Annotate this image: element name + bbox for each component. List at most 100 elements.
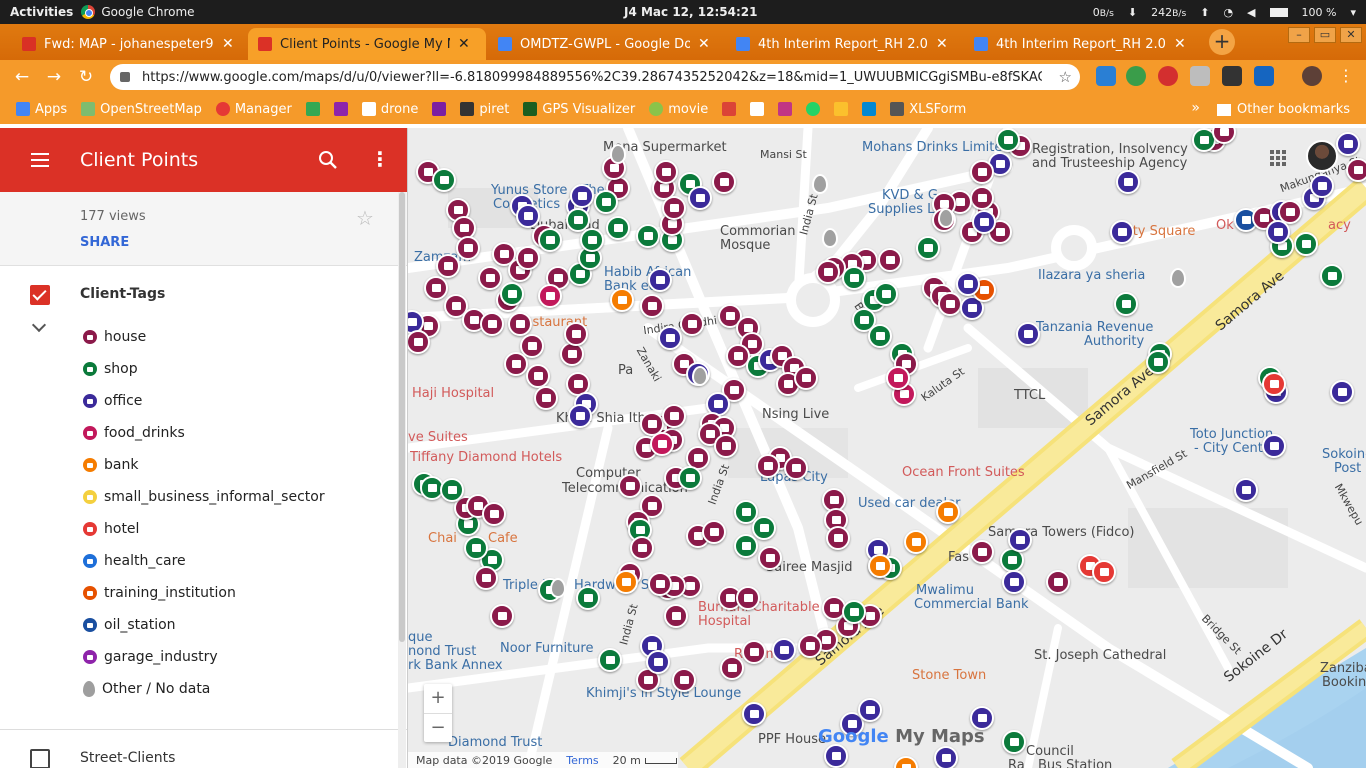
legend-garage-industry[interactable]: garage_industry <box>83 647 218 667</box>
shop-marker[interactable] <box>1114 292 1138 316</box>
house-marker[interactable] <box>504 352 528 376</box>
office-marker[interactable] <box>1262 434 1286 458</box>
house-marker[interactable] <box>1346 158 1366 182</box>
house-marker[interactable] <box>508 312 532 336</box>
house-marker[interactable] <box>482 502 506 526</box>
other-pin-marker[interactable] <box>938 208 954 228</box>
tab-report-1[interactable]: 4th Interim Report_RH 2.0 ✕ <box>726 28 958 60</box>
office-marker[interactable] <box>1330 380 1354 404</box>
extension-icon[interactable] <box>1096 66 1116 86</box>
bookmark-flag[interactable] <box>862 102 877 116</box>
office-marker[interactable] <box>934 746 958 768</box>
office-marker[interactable] <box>1116 170 1140 194</box>
office-marker[interactable] <box>858 698 882 722</box>
house-marker[interactable] <box>756 454 780 478</box>
house-marker[interactable] <box>798 634 822 658</box>
shop-marker[interactable] <box>440 478 464 502</box>
food-marker[interactable] <box>650 432 674 456</box>
shop-marker[interactable] <box>576 586 600 610</box>
hotel-marker[interactable] <box>1262 372 1286 396</box>
bank-marker[interactable] <box>936 500 960 524</box>
close-icon[interactable]: ✕ <box>458 36 470 52</box>
system-tray[interactable]: 0B/s ⬇ 242B/s ⬆ ◔ ◀ 100 % ▾ <box>1093 6 1356 19</box>
house-marker[interactable] <box>618 474 642 498</box>
office-marker[interactable] <box>568 404 592 428</box>
shop-marker[interactable] <box>538 228 562 252</box>
user-avatar[interactable] <box>1306 140 1338 172</box>
other-pin-marker[interactable] <box>610 144 626 164</box>
apps-grid-icon[interactable] <box>1270 150 1286 166</box>
office-marker[interactable] <box>1266 220 1290 244</box>
house-marker[interactable] <box>490 604 514 628</box>
shop-marker[interactable] <box>636 224 660 248</box>
house-marker[interactable] <box>714 434 738 458</box>
bookmarks-overflow[interactable]: » <box>1191 100 1200 116</box>
shop-marker[interactable] <box>678 466 702 490</box>
menu-icon[interactable] <box>31 153 49 171</box>
other-bookmarks[interactable]: Other bookmarks <box>1216 102 1350 117</box>
bookmark-xlsform[interactable]: XLSForm <box>890 102 966 117</box>
house-marker[interactable] <box>424 276 448 300</box>
shop-marker[interactable] <box>432 168 456 192</box>
house-marker[interactable] <box>742 640 766 664</box>
bookmark-drone[interactable]: drone <box>361 102 418 117</box>
tab-report-2[interactable]: 4th Interim Report_RH 2.0 ✕ <box>964 28 1196 60</box>
new-tab-button[interactable]: + <box>1209 29 1235 55</box>
shop-marker[interactable] <box>868 324 892 348</box>
download-icon[interactable] <box>1190 66 1210 86</box>
house-marker[interactable] <box>938 292 962 316</box>
house-marker[interactable] <box>534 386 558 410</box>
office-marker[interactable] <box>688 186 712 210</box>
shop-marker[interactable] <box>606 216 630 240</box>
close-icon[interactable]: ✕ <box>1174 36 1186 52</box>
house-marker[interactable] <box>720 656 744 680</box>
office-marker[interactable] <box>1008 528 1032 552</box>
shop-marker[interactable] <box>842 600 866 624</box>
office-marker[interactable] <box>648 268 672 292</box>
house-marker[interactable] <box>816 260 840 284</box>
house-marker[interactable] <box>526 364 550 388</box>
house-marker[interactable] <box>662 196 686 220</box>
office-marker[interactable] <box>1234 478 1258 502</box>
house-marker[interactable] <box>970 160 994 184</box>
bookmark-gps-visualizer[interactable]: GPS Visualizer <box>523 102 635 117</box>
zoom-in-button[interactable]: + <box>424 684 452 713</box>
shop-marker[interactable] <box>500 282 524 306</box>
app-menu[interactable]: Google Chrome <box>81 5 195 19</box>
search-icon[interactable] <box>318 150 338 170</box>
house-marker[interactable] <box>702 520 726 544</box>
bank-marker[interactable] <box>610 288 634 312</box>
legend-house[interactable]: house <box>83 327 146 347</box>
other-pin-marker[interactable] <box>812 174 828 194</box>
house-marker[interactable] <box>436 254 460 278</box>
legend-bank[interactable]: bank <box>83 455 138 475</box>
more-options-icon[interactable]: ⋮ <box>370 149 390 170</box>
house-marker[interactable] <box>1046 570 1070 594</box>
back-icon[interactable]: ← <box>6 67 38 87</box>
layer-checkbox[interactable] <box>30 285 50 305</box>
house-marker[interactable] <box>654 160 678 184</box>
shop-marker[interactable] <box>1002 730 1026 754</box>
share-button[interactable]: SHARE <box>80 235 129 250</box>
house-marker[interactable] <box>630 536 654 560</box>
house-marker[interactable] <box>456 236 480 260</box>
house-marker[interactable] <box>970 540 994 564</box>
extension-icon[interactable] <box>1222 66 1242 86</box>
shop-marker[interactable] <box>996 128 1020 152</box>
office-marker[interactable] <box>646 650 670 674</box>
legend-shop[interactable]: shop <box>83 359 138 379</box>
house-marker[interactable] <box>794 366 818 390</box>
house-marker[interactable] <box>712 170 736 194</box>
office-marker[interactable] <box>824 744 848 768</box>
reload-icon[interactable]: ↻ <box>70 67 102 87</box>
office-marker[interactable] <box>1016 322 1040 346</box>
hotel-marker[interactable] <box>1092 560 1116 584</box>
bookmark-gmail[interactable] <box>722 102 737 116</box>
legend-office[interactable]: office <box>83 391 142 411</box>
bookmark-apps[interactable]: Apps <box>16 102 67 117</box>
minimize-button[interactable]: – <box>1288 27 1310 43</box>
close-window-button[interactable]: ✕ <box>1340 27 1362 43</box>
bookmark-star-icon[interactable]: ☆ <box>1059 68 1072 86</box>
house-marker[interactable] <box>480 312 504 336</box>
food-marker[interactable] <box>538 284 562 308</box>
